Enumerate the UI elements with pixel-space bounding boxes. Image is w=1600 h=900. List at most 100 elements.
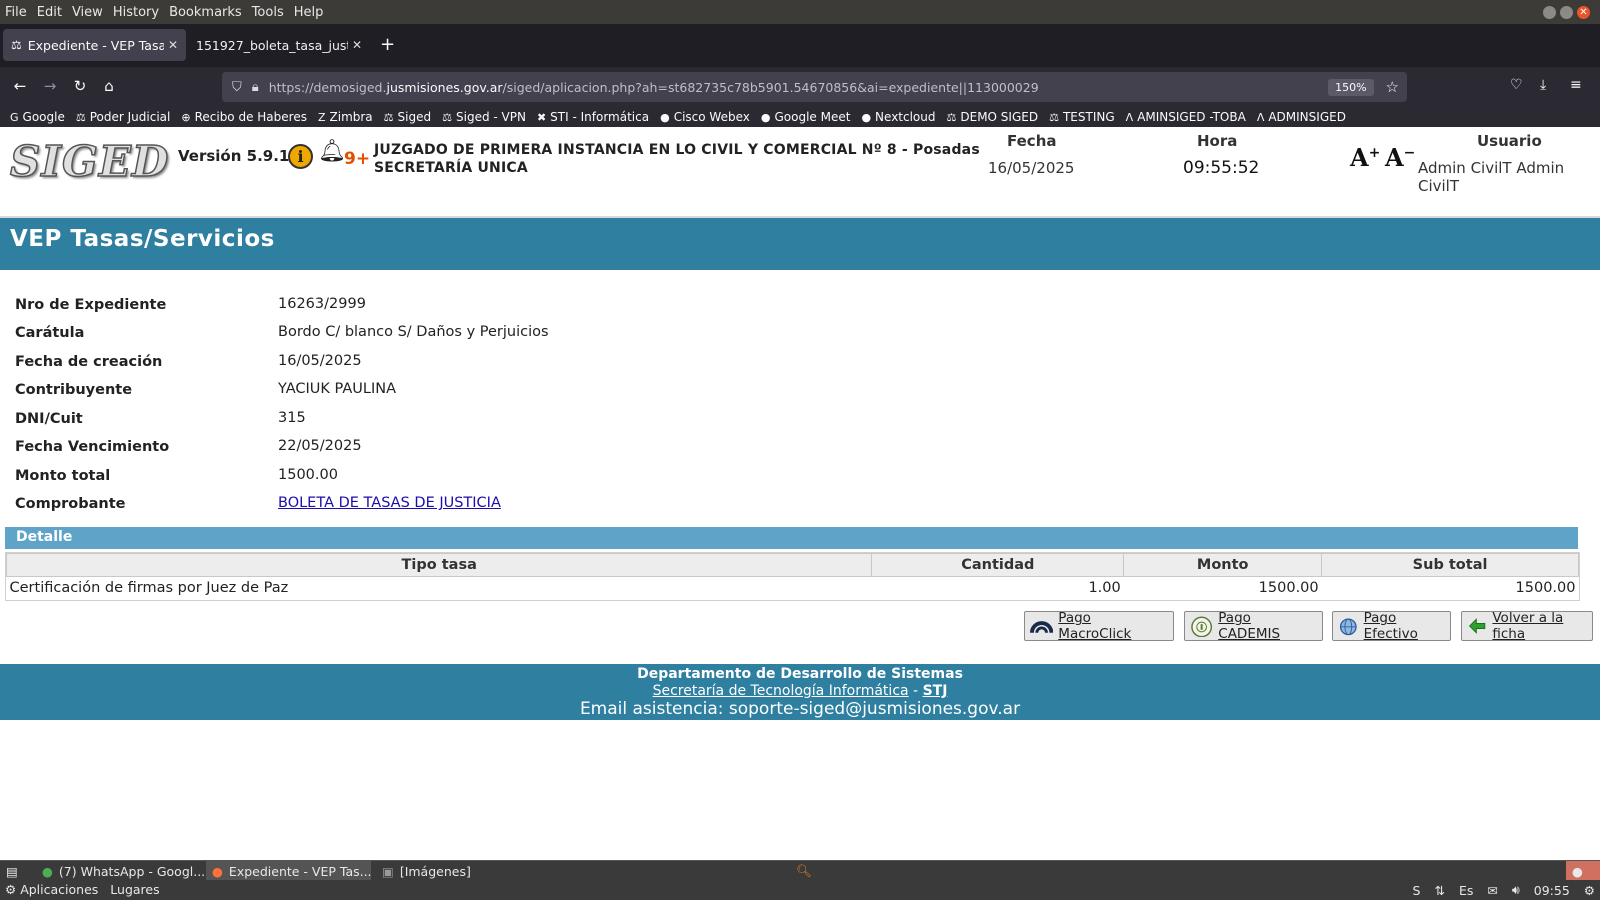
tab-boleta[interactable]: 151927_boleta_tasa_justicia ✕: [188, 29, 370, 61]
bookmark-item[interactable]: Λ AMINSIGED -TOBA: [1126, 110, 1246, 124]
bookmark-item[interactable]: ⊕ Recibo de Haberes: [181, 110, 307, 124]
detalle-title: Detalle: [16, 529, 73, 545]
fecha-label: Fecha: [1007, 132, 1057, 150]
efectivo-label: Pago Efectivo: [1363, 610, 1418, 642]
info-icon[interactable]: i: [288, 144, 313, 169]
juzgado-line1: JUZGADO DE PRIMERA INSTANCIA EN LO CIVIL…: [374, 142, 980, 158]
minimize-button[interactable]: [1543, 6, 1556, 19]
pago-cademis-button[interactable]: Pago CADEMIS: [1184, 610, 1323, 642]
network-icon[interactable]: ⇅: [1434, 883, 1444, 898]
tab-expediente[interactable]: ⚖ Expediente - VEP Tasas/S ✕: [3, 29, 186, 61]
bookmark-label: Siged - VPN: [456, 110, 526, 124]
usuario-value: Admin CivilT Admin CivilT: [1418, 159, 1565, 195]
bookmarks-bar: G Google ⚖ Poder Judicial ⊕ Recibo de Haberes…: [0, 107, 1600, 127]
stj-link[interactable]: STJ: [923, 683, 948, 699]
font-decrease-button[interactable]: A−: [1385, 143, 1415, 172]
nav-bar: ← → ↻ ⌂ ⛉ 🔒︎ https://demosiged.jusmision…: [0, 67, 1600, 107]
bookmark-favicon-icon: ●: [660, 110, 670, 124]
volver-label: Volver a la ficha: [1492, 610, 1564, 642]
menu-file[interactable]: File: [5, 5, 27, 20]
secretaria-link[interactable]: Secretaría de Tecnología Informática: [653, 683, 909, 699]
bookmark-item[interactable]: G Google: [10, 110, 65, 124]
bookmark-favicon-icon: ⚖: [383, 110, 394, 124]
bookmark-star-icon[interactable]: ☆: [1386, 78, 1399, 96]
field-label-contribuyente: Contribuyente: [15, 382, 133, 398]
bookmark-favicon-icon: ●: [861, 110, 872, 124]
detalle-table: Tipo tasa Cantidad Monto Sub total Certi…: [5, 553, 1579, 600]
volume-icon[interactable]: 🔊︎: [1512, 882, 1520, 898]
close-tab-icon[interactable]: ✕: [168, 38, 178, 52]
bookmark-favicon-icon: Λ: [1125, 110, 1134, 124]
apps-menu[interactable]: ⚙ Aplicaciones: [5, 882, 98, 897]
close-window-button[interactable]: ✕: [1577, 6, 1590, 19]
zoom-level[interactable]: 150%: [1328, 78, 1374, 96]
bookmark-item[interactable]: Λ ADMINSIGED: [1257, 110, 1346, 124]
places-menu[interactable]: Lugares: [110, 882, 159, 897]
address-bar[interactable]: ⛉ 🔒︎ https://demosiged.jusmisiones.gov.a…: [222, 72, 1407, 102]
hora-label: Hora: [1197, 132, 1238, 150]
lock-icon[interactable]: 🔒︎: [252, 80, 259, 95]
font-increase-button[interactable]: A+: [1350, 143, 1380, 172]
forward-icon[interactable]: →: [40, 77, 60, 95]
clock[interactable]: 09:55: [1534, 883, 1570, 898]
window-controls: ✕: [1543, 6, 1590, 19]
new-tab-icon[interactable]: +: [380, 36, 395, 54]
bookmark-label: Google: [22, 110, 65, 124]
bookmark-item[interactable]: ⚖ Poder Judicial: [76, 110, 171, 124]
cell-cantidad: 1.00: [1088, 580, 1121, 597]
url-text[interactable]: https://demosiged.jusmisiones.gov.ar/sig…: [269, 80, 1328, 95]
cademis-seal-icon: [1191, 616, 1213, 637]
bookmark-item[interactable]: Z Zimbra: [318, 110, 373, 124]
search-icon[interactable]: 🔍︎: [790, 861, 814, 881]
menu-help[interactable]: Help: [294, 5, 324, 20]
settings-icon[interactable]: ⚙: [1584, 883, 1595, 898]
detalle-header: Detalle: [5, 527, 1578, 549]
field-label-vencimiento: Fecha Vencimiento: [15, 439, 170, 455]
shield-icon[interactable]: ⛉: [232, 80, 242, 95]
show-desktop-icon[interactable]: ▤: [0, 861, 28, 881]
back-icon[interactable]: ←: [10, 77, 30, 95]
col-cantidad: Cantidad: [871, 553, 1125, 577]
taskbar-item-expediente[interactable]: ● Expediente - VEP Tas...: [206, 861, 372, 881]
bell-icon[interactable]: 🔔︎: [318, 139, 346, 164]
bookmark-item[interactable]: ⚖ TESTING: [1049, 110, 1115, 124]
bookmark-item[interactable]: ● Google Meet: [761, 110, 851, 124]
comprobante-link[interactable]: BOLETA DE TASAS DE JUSTICIA: [278, 495, 501, 511]
cash-globe-icon: [1339, 618, 1357, 636]
bookmark-item[interactable]: ⚖ Siged - VPN: [442, 110, 526, 124]
reload-icon[interactable]: ↻: [70, 77, 90, 95]
volver-ficha-button[interactable]: Volver a la ficha: [1461, 610, 1593, 642]
menu-tools[interactable]: Tools: [252, 5, 284, 20]
home-icon[interactable]: ⌂: [99, 77, 119, 95]
pago-macroclick-button[interactable]: Pago MacroClick: [1024, 610, 1174, 642]
menu-view[interactable]: View: [72, 5, 103, 20]
trash-icon[interactable]: ●: [1566, 861, 1600, 881]
maximize-button[interactable]: [1560, 6, 1573, 19]
bookmark-item[interactable]: ⚖ DEMO SIGED: [947, 110, 1039, 124]
page-content: SIGED Versión 5.9.1 i 🔔︎ 9+ JUZGADO DE P…: [0, 127, 1600, 860]
menu-bookmarks[interactable]: Bookmarks: [169, 5, 242, 20]
folder-icon: ▣: [382, 863, 394, 879]
field-value-caratula: Bordo C/ blanco S/ Daños y Perjuicios: [278, 324, 549, 340]
cell-tipo-tasa: Certificación de firmas por Juez de Paz: [9, 580, 289, 597]
mail-icon[interactable]: ✉: [1487, 883, 1497, 898]
field-value-dni: 315: [278, 410, 306, 426]
close-tab-icon[interactable]: ✕: [352, 38, 362, 52]
taskbar-item-whatsapp[interactable]: ● (7) WhatsApp - Googl...: [36, 861, 205, 881]
skype-icon[interactable]: S: [1413, 883, 1421, 898]
download-icon[interactable]: ⤓: [1540, 77, 1546, 93]
taskbar-label: [Imágenes]: [399, 863, 471, 879]
pocket-icon[interactable]: ♡: [1510, 77, 1523, 93]
pago-efectivo-button[interactable]: Pago Efectivo: [1332, 610, 1451, 642]
notification-count[interactable]: 9+: [344, 149, 370, 169]
keyboard-layout[interactable]: Es: [1459, 883, 1473, 898]
bookmark-item[interactable]: ⚖ Siged: [384, 110, 431, 124]
bookmark-item[interactable]: ● Cisco Webex: [660, 110, 750, 124]
bookmark-item[interactable]: ● Nextcloud: [861, 110, 935, 124]
menu-edit[interactable]: Edit: [37, 5, 62, 20]
scales-icon: ⚖: [11, 38, 22, 52]
taskbar-item-imagenes[interactable]: ▣ [Imágenes]: [376, 861, 541, 881]
menu-history[interactable]: History: [113, 5, 159, 20]
bookmark-item[interactable]: ✖ STI - Informática: [537, 110, 649, 124]
hamburger-menu-icon[interactable]: ≡: [1570, 77, 1582, 93]
